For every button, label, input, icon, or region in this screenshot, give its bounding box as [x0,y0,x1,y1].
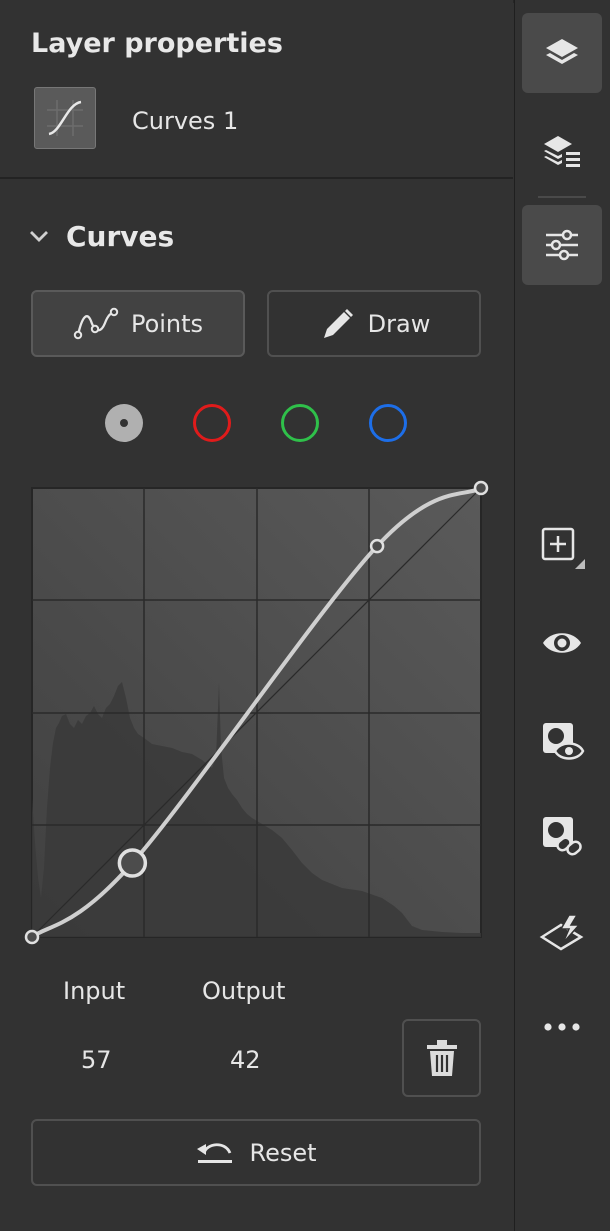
curve-point[interactable] [24,929,40,945]
curve-point[interactable] [369,538,385,554]
reset-button[interactable]: Reset [31,1119,481,1186]
channel-blue[interactable] [369,404,407,442]
section-title: Curves [66,219,175,253]
points-label: Points [130,309,204,338]
draw-mode-button[interactable]: Draw [267,290,481,357]
layer-thumbnail[interactable] [34,87,96,149]
curve-graph[interactable] [22,478,492,948]
clipping-mask-icon [539,914,584,951]
reset-undo-icon [197,1142,233,1163]
rail-separator [538,196,586,198]
more-options-icon [544,1023,580,1031]
add-layer-icon [541,527,585,569]
chevron-down-icon [30,231,48,242]
curve-editor[interactable] [22,478,492,948]
layer-name: Curves 1 [132,107,239,135]
input-label: Input [63,977,126,1005]
trash-icon [426,1040,457,1076]
add-layer-button[interactable] [522,508,602,588]
curves-adjustment-icon [47,100,83,136]
draw-label: Draw [367,309,431,338]
channel-green[interactable] [281,404,319,442]
reset-label: Reset [249,1138,317,1167]
points-curve-icon [73,307,119,339]
points-mode-button[interactable]: Points [31,290,245,357]
clipping-mask-button[interactable] [522,893,602,973]
output-value[interactable]: 42 [230,1046,261,1074]
channel-red[interactable] [193,404,231,442]
curves-section-header[interactable]: Curves [28,216,174,256]
output-label: Output [202,977,286,1005]
mask-link-icon [543,817,582,856]
layer-stack-button[interactable] [522,110,602,190]
panel-title: Layer properties [31,28,283,59]
visibility-button[interactable] [522,603,602,683]
delete-point-button[interactable] [402,1019,481,1097]
layers-icon [546,39,578,64]
adjustments-sliders-icon [546,229,578,261]
input-value[interactable]: 57 [81,1046,112,1074]
adjustments-button[interactable] [522,205,602,285]
visibility-eye-icon [543,633,581,653]
curve-point-selected[interactable] [117,848,148,878]
layer-properties-panel: Layer properties Curves 1 Curves Points [0,0,513,1231]
mask-link-button[interactable] [522,796,602,876]
mask-visibility-icon [543,723,585,760]
curve-point[interactable] [473,480,489,496]
section-divider [0,177,513,179]
layers-button[interactable] [522,13,602,93]
mask-visibility-button[interactable] [522,702,602,782]
more-options-button[interactable] [522,987,602,1067]
channel-rgb[interactable] [105,404,143,442]
layer-stack-icon [544,136,580,167]
pencil-icon [323,308,353,338]
